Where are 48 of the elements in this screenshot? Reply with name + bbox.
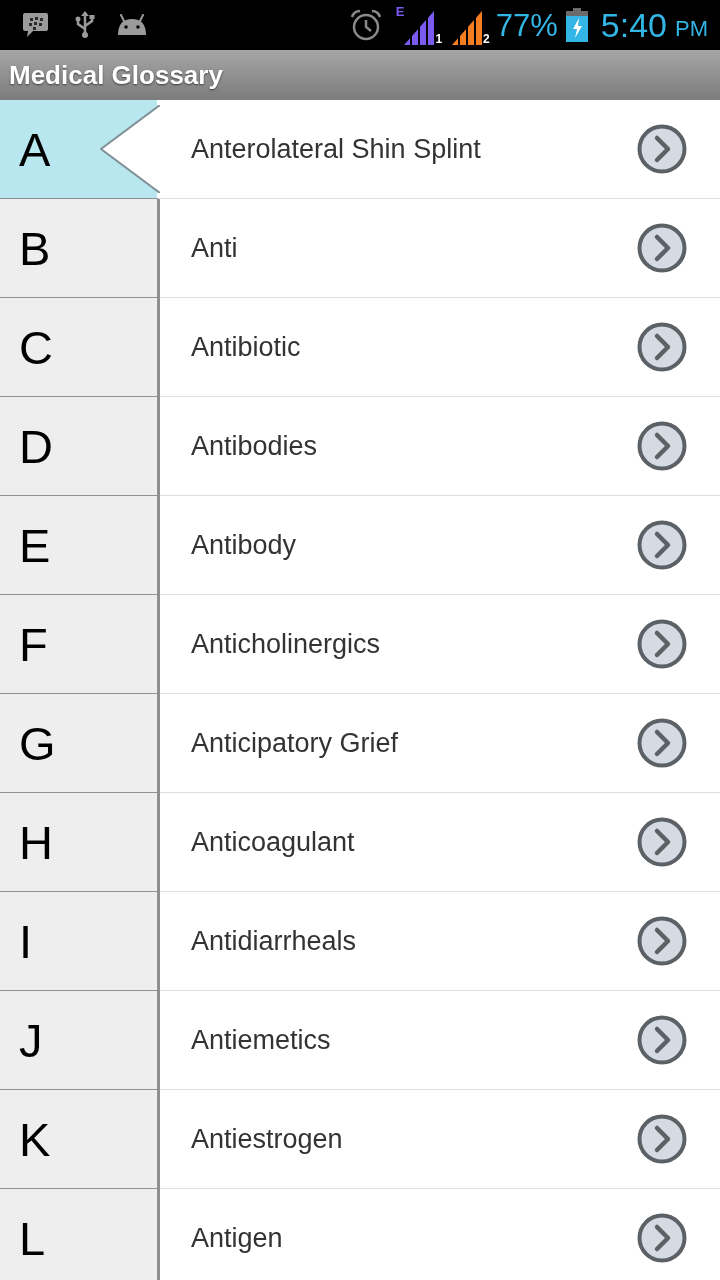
sim-number: 2 — [483, 33, 490, 45]
term-label: Anticholinergics — [191, 627, 382, 661]
index-letter-tab[interactable]: B — [0, 199, 160, 298]
network-type-label: E — [395, 5, 405, 18]
battery-charging-icon — [565, 8, 588, 42]
term-label: Anti — [191, 231, 239, 265]
usb-icon — [75, 11, 95, 39]
index-letter-tab[interactable]: F — [0, 595, 160, 694]
term-label: Anticoagulant — [191, 825, 356, 859]
selection-pointer-icon — [100, 105, 160, 193]
chevron-right-circle-icon — [637, 520, 687, 570]
term-label: Antibody — [191, 528, 298, 562]
chevron-right-circle-icon — [637, 1213, 687, 1263]
clock-meridiem: PM — [675, 18, 708, 40]
chat-bubble-icon — [22, 12, 49, 38]
sim-number: 1 — [435, 33, 443, 45]
chevron-right-circle-icon — [637, 124, 687, 174]
index-letter-tab[interactable]: G — [0, 694, 160, 793]
clock-time: 5:40 — [600, 8, 667, 42]
index-letter-tab[interactable]: H — [0, 793, 160, 892]
term-label: Anterolateral Shin Splint — [191, 132, 482, 166]
index-letter-tab[interactable]: K — [0, 1090, 160, 1189]
chevron-right-circle-icon — [637, 619, 687, 669]
term-label: Antigen — [191, 1221, 284, 1255]
index-letter-tab[interactable]: E — [0, 496, 160, 595]
chevron-right-circle-icon — [637, 1015, 687, 1065]
chevron-right-circle-icon — [637, 718, 687, 768]
index-letter-tab[interactable]: C — [0, 298, 160, 397]
term-label: Antiestrogen — [191, 1122, 344, 1156]
battery-percent: 77% — [495, 9, 558, 41]
term-label: Antiemetics — [191, 1023, 332, 1057]
term-label: Antidiarrheals — [191, 924, 358, 958]
chevron-right-circle-icon — [637, 223, 687, 273]
app-title: Medical Glossary — [9, 58, 223, 92]
term-label: Anticipatory Grief — [191, 726, 400, 760]
alarm-clock-icon — [349, 9, 382, 41]
chevron-right-circle-icon — [637, 817, 687, 867]
android-head-icon — [117, 14, 147, 36]
index-letter-tab[interactable]: D — [0, 397, 160, 496]
chevron-right-circle-icon — [637, 421, 687, 471]
index-letter-tab[interactable]: A — [0, 100, 160, 199]
term-label: Antibodies — [191, 429, 319, 463]
index-letter-tab[interactable]: I — [0, 892, 160, 991]
chevron-right-circle-icon — [637, 1114, 687, 1164]
index-letter-tab[interactable]: J — [0, 991, 160, 1090]
term-label: Antibiotic — [191, 330, 302, 364]
chevron-right-circle-icon — [637, 916, 687, 966]
chevron-right-circle-icon — [637, 322, 687, 372]
